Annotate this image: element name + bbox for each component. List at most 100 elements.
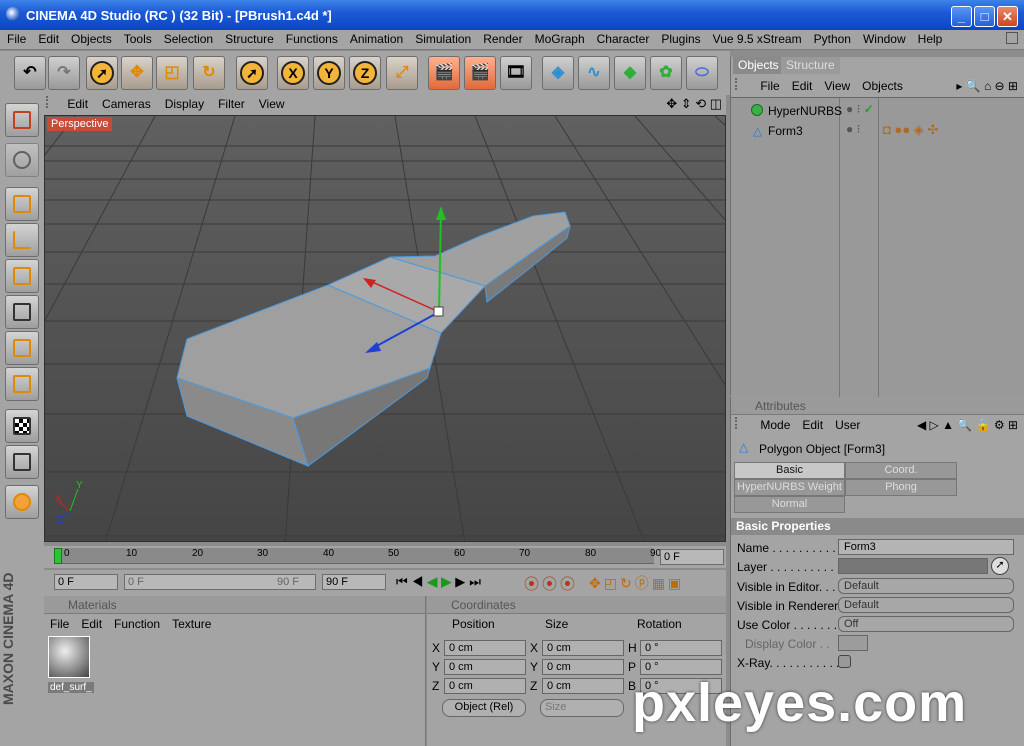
name-field[interactable]: Form3	[838, 539, 1014, 555]
objects-menu-edit[interactable]: Edit	[786, 78, 819, 93]
menu-structure[interactable]: Structure	[218, 30, 279, 46]
tab-phong[interactable]: Phong	[845, 479, 957, 496]
search-home-icons[interactable]: ▸ 🔍 ⌂ ⊖ ⊞	[956, 79, 1018, 93]
materials-menu-texture[interactable]: Texture	[166, 616, 217, 631]
viewport-menu-edit[interactable]: Edit	[59, 95, 94, 111]
visible-in-renderer-dropdown[interactable]: Default	[838, 597, 1014, 613]
menu-selection[interactable]: Selection	[157, 30, 218, 46]
select-button[interactable]: ➚	[236, 56, 268, 90]
visibility-dots[interactable]: ● ⁝	[846, 122, 860, 136]
record-key-buttons[interactable]: ⦿⦿⦿	[524, 573, 578, 594]
scale-button[interactable]: ◰	[156, 56, 188, 90]
menu-file[interactable]: File	[0, 30, 31, 46]
object-row-form3[interactable]: △ Form3 ● ⁝ ◘ ●● ◈ ✣	[731, 121, 1024, 141]
redo-button[interactable]: ↷	[48, 56, 80, 90]
model-mode-button[interactable]	[5, 187, 39, 221]
cube-object-button[interactable]: ◈	[542, 56, 574, 90]
layer-pick-icon[interactable]: ➚	[991, 557, 1009, 575]
menu-plugins[interactable]: Plugins	[654, 30, 705, 46]
live-selection-button[interactable]: ➚	[86, 56, 118, 90]
tab-normal[interactable]: Normal	[734, 496, 845, 513]
objects-menu-file[interactable]: File	[754, 78, 785, 93]
objects-menu-view[interactable]: View	[818, 78, 856, 93]
viewport-scene[interactable]: Y X Z	[45, 116, 726, 542]
y-axis-lock-button[interactable]: Y	[313, 56, 345, 90]
attributes-nav-icons[interactable]: ◀ ▷ ▲ 🔍 🔒 ⚙ ⊞	[917, 418, 1018, 432]
size-mode-dropdown[interactable]: Size	[540, 699, 624, 717]
layer-field[interactable]	[838, 558, 988, 574]
uv-mode-button[interactable]	[5, 367, 39, 401]
viewport-menu-cameras[interactable]: Cameras	[94, 95, 157, 111]
layout-icon[interactable]	[1006, 32, 1018, 44]
key-filter-buttons[interactable]: ✥◰↻ⓟ▦▣	[589, 573, 684, 593]
deformer-button[interactable]: ⬭	[686, 56, 718, 90]
undo-button[interactable]: ↶	[14, 56, 46, 90]
object-row-hypernurbs[interactable]: HyperNURBS ● ⁝ ✓	[731, 101, 1024, 121]
viewport-layout-button[interactable]	[5, 103, 39, 137]
end-frame-field[interactable]: 90 F	[322, 574, 386, 590]
tab-structure[interactable]: Structure	[781, 57, 840, 74]
visibility-dots[interactable]: ● ⁝ ✓	[846, 102, 874, 116]
current-frame-field[interactable]: 0 F	[660, 549, 724, 565]
tag-icons[interactable]: ◘ ●● ◈ ✣	[883, 122, 938, 138]
menu-simulation[interactable]: Simulation	[408, 30, 476, 46]
coordinate-mode-dropdown[interactable]: Object (Rel)	[442, 699, 526, 717]
spline-button[interactable]: ∿	[578, 56, 610, 90]
tweak-mode-button[interactable]	[5, 409, 39, 443]
x-axis-lock-button[interactable]: X	[277, 56, 309, 90]
edges-mode-button[interactable]	[5, 295, 39, 329]
menu-help[interactable]: Help	[911, 30, 948, 46]
size-z-field[interactable]: 0 cm	[542, 678, 624, 694]
nurbs-button[interactable]: ◆	[614, 56, 646, 90]
xray-checkbox[interactable]	[838, 655, 851, 668]
playhead[interactable]	[54, 548, 62, 564]
start-frame-field[interactable]: 0 F	[54, 574, 118, 590]
materials-menu-file[interactable]: File	[44, 616, 75, 631]
object-axis-mode-button[interactable]	[5, 223, 39, 257]
size-y-field[interactable]: 0 cm	[542, 659, 624, 675]
menu-python[interactable]: Python	[807, 30, 856, 46]
rotate-button[interactable]: ↻	[193, 56, 225, 90]
menu-edit[interactable]: Edit	[31, 30, 64, 46]
pos-y-field[interactable]: 0 cm	[444, 659, 526, 675]
timeline[interactable]: 0 10 20 30 40 50 60 70 80 90 0 F	[44, 546, 726, 568]
menu-functions[interactable]: Functions	[279, 30, 343, 46]
material-thumbnail[interactable]	[48, 636, 90, 678]
timeline-ruler[interactable]: 0 10 20 30 40 50 60 70 80 90	[54, 548, 661, 564]
viewport-menu-view[interactable]: View	[251, 95, 291, 111]
display-color-swatch[interactable]	[838, 635, 868, 651]
menu-mograph[interactable]: MoGraph	[528, 30, 590, 46]
frame-range-slider[interactable]: 0 F 90 F	[124, 574, 316, 590]
pos-z-field[interactable]: 0 cm	[444, 678, 526, 694]
materials-menu-function[interactable]: Function	[108, 616, 166, 631]
objects-menu-objects[interactable]: Objects	[856, 78, 909, 93]
workplane-button[interactable]	[5, 445, 39, 479]
size-x-field[interactable]: 0 cm	[542, 640, 624, 656]
menu-vue[interactable]: Vue 9.5 xStream	[706, 30, 807, 46]
rot-h-field[interactable]: 0 °	[640, 640, 722, 656]
material-name[interactable]: def_surf_	[48, 682, 94, 693]
pos-x-field[interactable]: 0 cm	[444, 640, 526, 656]
render-view-button[interactable]: 🎬	[428, 56, 460, 90]
move-button[interactable]: ✥	[121, 56, 153, 90]
viewport-nav-icons[interactable]: ✥ ⇕ ⟲ ◫	[666, 96, 722, 112]
use-color-dropdown[interactable]: Off	[838, 616, 1014, 632]
maximize-button[interactable]: □	[974, 6, 995, 27]
primitives-button[interactable]	[5, 485, 39, 519]
attributes-menu-edit[interactable]: Edit	[796, 417, 829, 432]
tab-hypernurbs-weight[interactable]: HyperNURBS Weight	[734, 479, 845, 496]
close-button[interactable]: ✕	[997, 6, 1018, 27]
viewport-menu-display[interactable]: Display	[157, 95, 210, 111]
menu-animation[interactable]: Animation	[343, 30, 408, 46]
z-axis-lock-button[interactable]: Z	[349, 56, 381, 90]
attributes-menu-mode[interactable]: Mode	[754, 417, 796, 432]
menu-character[interactable]: Character	[590, 30, 655, 46]
tab-objects[interactable]: Objects	[733, 57, 784, 74]
playback-controls[interactable]: ⏮◀◀▶▶⏭	[396, 574, 485, 590]
render-picture-viewer-button[interactable]: 🎬	[464, 56, 496, 90]
perspective-viewport[interactable]: Y X Z Perspective	[44, 115, 726, 542]
attributes-menu-user[interactable]: User	[829, 417, 866, 432]
texture-mode-button[interactable]	[5, 143, 39, 177]
array-button[interactable]: ✿	[650, 56, 682, 90]
visible-in-editor-dropdown[interactable]: Default	[838, 578, 1014, 594]
